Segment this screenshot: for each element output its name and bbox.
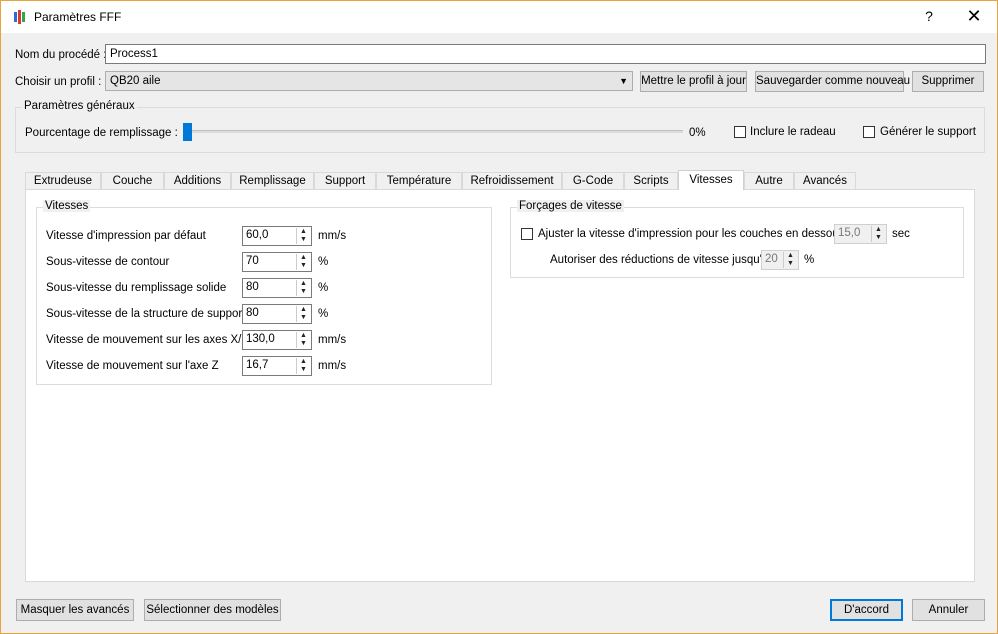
spin-arrows-icon[interactable]: ▲ ▼ xyxy=(296,358,310,374)
speed-row-unit: % xyxy=(318,308,329,320)
profile-label: Choisir un profil : xyxy=(15,76,102,88)
allow-reduction-label: Autoriser des réductions de vitesse jusq… xyxy=(550,254,769,266)
spin-arrows-icon[interactable]: ▲ ▼ xyxy=(296,228,310,244)
spin-arrows-icon[interactable]: ▲ ▼ xyxy=(783,252,797,268)
fill-slider-track[interactable] xyxy=(185,130,683,133)
spinbox-value: 80 xyxy=(246,307,259,319)
tab-remplissage[interactable]: Remplissage xyxy=(231,172,314,190)
general-settings-title: Paramètres généraux xyxy=(22,100,137,112)
spin-arrows-icon[interactable]: ▲ ▼ xyxy=(871,226,885,242)
speed-row-unit: mm/s xyxy=(318,230,347,242)
raft-checkbox[interactable] xyxy=(734,126,746,138)
speed-row-label: Vitesse de mouvement sur l'axe Z xyxy=(46,360,219,372)
perimeter-speed-spinbox[interactable]: 70 ▲ ▼ xyxy=(242,252,312,272)
spinbox-value: 16,7 xyxy=(246,359,269,371)
save-new-profile-button[interactable]: Sauvegarder comme nouveau xyxy=(755,71,910,92)
select-models-button[interactable]: Sélectionner des modèles xyxy=(144,599,281,621)
support-label: Générer le support xyxy=(880,126,976,138)
speed-row-unit: mm/s xyxy=(318,334,347,346)
speed-row-unit: % xyxy=(318,282,329,294)
process-name-input[interactable]: Process1 xyxy=(105,44,986,64)
tab-refroidissement[interactable]: Refroidissement xyxy=(462,172,562,190)
close-icon[interactable]: ✕ xyxy=(961,6,987,28)
update-profile-button[interactable]: Mettre le profil à jour xyxy=(640,71,747,92)
speed-row-unit: mm/s xyxy=(318,360,347,372)
raft-label: Inclure le radeau xyxy=(750,126,836,138)
tab-scripts[interactable]: Scripts xyxy=(624,172,678,190)
tab-couche[interactable]: Couche xyxy=(101,172,164,190)
speed-overrides-title: Forçages de vitesse xyxy=(517,200,624,212)
adjust-speed-label: Ajuster la vitesse d'impression pour les… xyxy=(538,228,845,240)
ok-button[interactable]: D'accord xyxy=(830,599,903,621)
solid-infill-speed-spinbox[interactable]: 80 ▲ ▼ xyxy=(242,278,312,298)
layer-time-unit: sec xyxy=(892,228,910,240)
tab-additions[interactable]: Additions xyxy=(164,172,231,190)
layer-time-spinbox[interactable]: 15,0 ▲ ▼ xyxy=(834,224,887,244)
spinbox-value: 15,0 xyxy=(838,227,861,239)
cancel-button[interactable]: Annuler xyxy=(912,599,985,621)
adjust-speed-checkbox[interactable] xyxy=(521,228,533,240)
support-speed-spinbox[interactable]: 80 ▲ ▼ xyxy=(242,304,312,324)
settings-window: Paramètres FFF ? ✕ Nom du procédé : Proc… xyxy=(0,0,998,634)
tab-temperature[interactable]: Température xyxy=(376,172,462,190)
spin-arrows-icon[interactable]: ▲ ▼ xyxy=(296,306,310,322)
support-checkbox[interactable] xyxy=(863,126,875,138)
spinbox-value: 20 xyxy=(765,253,778,265)
spinbox-value: 130,0 xyxy=(246,333,275,345)
speed-row-label: Sous-vitesse de contour xyxy=(46,256,170,268)
app-icon xyxy=(14,10,25,24)
spinbox-value: 60,0 xyxy=(246,229,269,241)
tab-extrudeuse[interactable]: Extrudeuse xyxy=(25,172,101,190)
z-travel-speed-spinbox[interactable]: 16,7 ▲ ▼ xyxy=(242,356,312,376)
tab-support[interactable]: Support xyxy=(314,172,376,190)
speed-reduction-spinbox[interactable]: 20 ▲ ▼ xyxy=(761,250,799,270)
speed-row-label: Sous-vitesse du remplissage solide xyxy=(46,282,227,294)
spin-arrows-icon[interactable]: ▲ ▼ xyxy=(296,332,310,348)
speed-row-label: Sous-vitesse de la structure de support xyxy=(46,308,246,320)
speeds-group: Vitesses Vitesse d'impression par défaut… xyxy=(36,200,492,385)
fill-slider-thumb[interactable] xyxy=(183,123,192,141)
window-title: Paramètres FFF xyxy=(34,10,122,24)
title-bar: Paramètres FFF ? ✕ xyxy=(1,1,997,33)
profile-select[interactable]: QB20 aile ▼ xyxy=(105,71,633,91)
chevron-down-icon: ▼ xyxy=(619,76,628,86)
tab-gcode[interactable]: G-Code xyxy=(562,172,624,190)
process-name-label: Nom du procédé : xyxy=(15,49,107,61)
spin-arrows-icon[interactable]: ▲ ▼ xyxy=(296,280,310,296)
tab-vitesses[interactable]: Vitesses xyxy=(678,170,744,190)
spin-arrows-icon[interactable]: ▲ ▼ xyxy=(296,254,310,270)
delete-profile-button[interactable]: Supprimer xyxy=(912,71,984,92)
speed-row-label: Vitesse d'impression par défaut xyxy=(46,230,206,242)
fill-percentage-value: 0% xyxy=(689,127,706,139)
spinbox-value: 80 xyxy=(246,281,259,293)
speeds-tab-panel: Vitesses Vitesse d'impression par défaut… xyxy=(25,189,975,582)
default-speed-spinbox[interactable]: 60,0 ▲ ▼ xyxy=(242,226,312,246)
hide-advanced-button[interactable]: Masquer les avancés xyxy=(16,599,134,621)
speed-row-unit: % xyxy=(318,256,329,268)
speed-reduction-unit: % xyxy=(804,254,815,266)
speed-overrides-group: Forçages de vitesse Ajuster la vitesse d… xyxy=(510,200,964,278)
speeds-group-title: Vitesses xyxy=(43,200,91,212)
profile-select-value: QB20 aile xyxy=(110,75,161,87)
speed-row-label: Vitesse de mouvement sur les axes X/Y xyxy=(46,334,250,346)
help-icon[interactable]: ? xyxy=(919,8,939,24)
tab-avances[interactable]: Avancés xyxy=(794,172,856,190)
fill-percentage-label: Pourcentage de remplissage : xyxy=(25,127,178,139)
xy-travel-speed-spinbox[interactable]: 130,0 ▲ ▼ xyxy=(242,330,312,350)
spinbox-value: 70 xyxy=(246,255,259,267)
tab-autre[interactable]: Autre xyxy=(744,172,794,190)
